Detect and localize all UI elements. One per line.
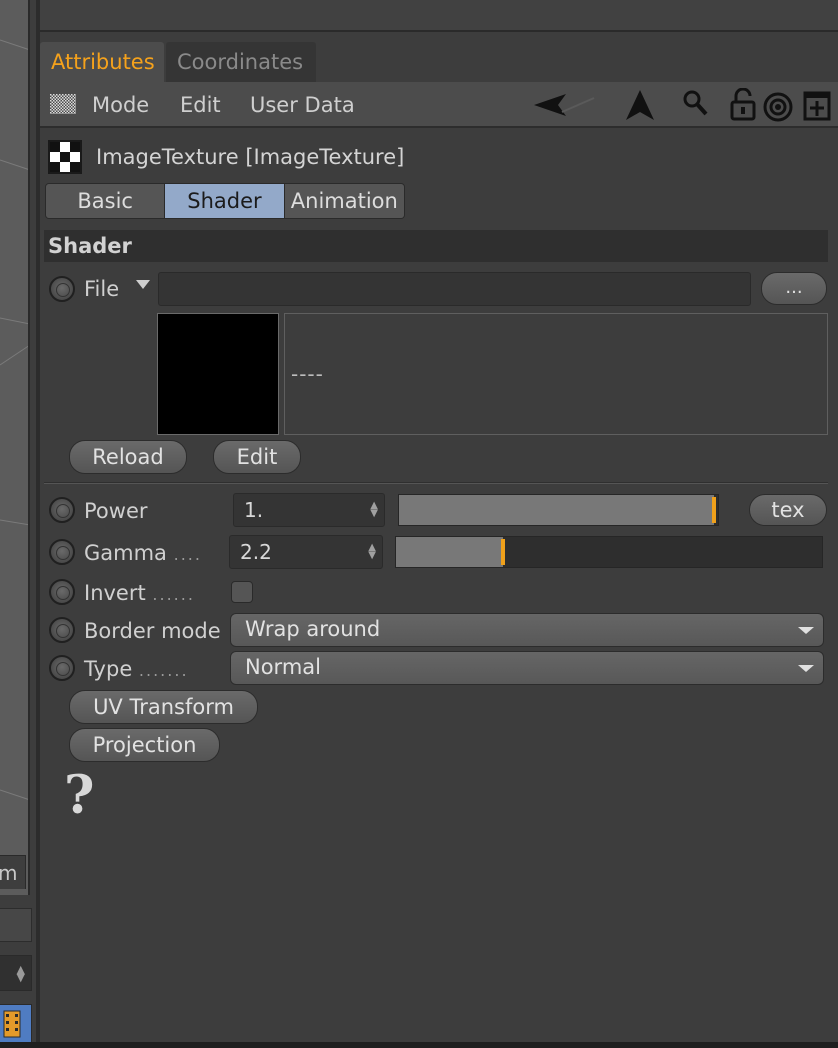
- power-value: 1.: [244, 498, 264, 522]
- viewport-grid-lines: [0, 39, 28, 800]
- border-mode-value: Wrap around: [245, 617, 381, 641]
- power-slider[interactable]: [398, 494, 719, 526]
- tex-button[interactable]: tex: [749, 494, 827, 526]
- chevron-down-icon: [798, 627, 814, 634]
- grid-handle-icon[interactable]: [50, 94, 76, 114]
- reload-button[interactable]: Reload: [69, 440, 187, 474]
- power-input[interactable]: 1. ▲ ▼: [233, 493, 385, 527]
- film-strip-icon: [3, 1010, 21, 1038]
- gamma-animate-radio[interactable]: [49, 539, 75, 565]
- file-dropdown-arrow-icon[interactable]: [136, 280, 150, 289]
- power-label: Power: [84, 499, 148, 523]
- viewport-panel[interactable]: m: [0, 0, 30, 895]
- border-mode-dropdown[interactable]: Wrap around: [230, 613, 824, 647]
- invert-checkbox[interactable]: [231, 581, 253, 603]
- spin-arrows-icon[interactable]: ▲ ▼: [368, 543, 376, 561]
- slider-fill: [396, 537, 503, 567]
- gamma-value: 2.2: [240, 540, 272, 564]
- type-label: Type .......: [84, 654, 189, 686]
- texture-info-box: ----: [284, 313, 828, 435]
- help-icon[interactable]: ?: [64, 766, 94, 826]
- viewport-tab[interactable]: m: [0, 855, 26, 889]
- chevron-down-icon: [798, 665, 814, 672]
- texture-preview: [157, 313, 279, 435]
- slider-marker[interactable]: [501, 539, 505, 565]
- invert-label: Invert ......: [84, 578, 195, 610]
- new-panel-icon[interactable]: [802, 88, 832, 122]
- file-animate-radio[interactable]: [49, 276, 75, 302]
- film-icon[interactable]: [0, 1004, 32, 1044]
- spin-arrows-icon[interactable]: ▲ ▼: [17, 964, 25, 983]
- menu-mode[interactable]: Mode: [92, 82, 149, 128]
- uv-transform-button[interactable]: UV Transform: [69, 690, 258, 724]
- type-value: Normal: [245, 655, 321, 679]
- power-animate-radio[interactable]: [49, 497, 75, 523]
- gamma-slider[interactable]: [395, 536, 823, 568]
- gamma-input[interactable]: 2.2 ▲ ▼: [229, 535, 383, 569]
- menu-bar: Mode Edit User Data: [40, 82, 838, 128]
- slider-fill: [399, 495, 714, 525]
- type-animate-radio[interactable]: [49, 655, 75, 681]
- target-icon[interactable]: [762, 88, 794, 122]
- object-title: ImageTexture [ImageTexture]: [96, 145, 405, 169]
- checker-icon: [48, 140, 82, 174]
- search-icon[interactable]: [680, 88, 710, 122]
- slider-marker[interactable]: [712, 497, 716, 523]
- file-browse-button[interactable]: ...: [761, 272, 827, 305]
- gamma-label: Gamma ....: [84, 538, 202, 570]
- texture-info-text: ----: [291, 362, 324, 386]
- invert-animate-radio[interactable]: [49, 579, 75, 605]
- file-path-field[interactable]: [158, 272, 751, 306]
- edit-button[interactable]: Edit: [213, 440, 301, 474]
- lock-icon[interactable]: [728, 88, 758, 122]
- spin-arrows-icon[interactable]: ▲ ▼: [370, 501, 378, 519]
- gamma-dots: ....: [173, 545, 202, 564]
- left-field[interactable]: [0, 908, 32, 942]
- subtab-animation[interactable]: Animation: [284, 184, 404, 218]
- left-number-field[interactable]: ▲ ▼: [0, 955, 32, 991]
- type-dots: .......: [138, 661, 189, 680]
- up-arrow-icon[interactable]: [624, 88, 656, 122]
- section-title: Shader: [44, 230, 828, 262]
- tab-coordinates[interactable]: Coordinates: [166, 42, 316, 82]
- file-label: File: [84, 277, 120, 301]
- object-header: ImageTexture [ImageTexture]: [40, 130, 838, 180]
- attribute-subtabs: Basic Shader Animation: [45, 183, 405, 219]
- menu-user-data[interactable]: User Data: [250, 82, 355, 128]
- type-label-text: Type: [84, 657, 133, 681]
- border-mode-animate-radio[interactable]: [49, 617, 75, 643]
- back-arrow-icon[interactable]: [532, 88, 602, 122]
- subtab-shader[interactable]: Shader: [165, 184, 285, 218]
- bottom-bar: [0, 1042, 838, 1048]
- border-mode-label: Border mode: [84, 619, 221, 643]
- gamma-label-text: Gamma: [84, 541, 167, 565]
- projection-button[interactable]: Projection: [69, 728, 220, 762]
- type-dropdown[interactable]: Normal: [230, 651, 824, 685]
- menu-edit[interactable]: Edit: [180, 82, 221, 128]
- subtab-basic[interactable]: Basic: [46, 184, 166, 218]
- top-panel: [40, 0, 838, 32]
- invert-dots: ......: [152, 585, 195, 604]
- tab-attributes[interactable]: Attributes: [40, 42, 164, 82]
- manager-tabbar: Attributes Coordinates: [40, 42, 838, 82]
- section-separator: [44, 482, 828, 484]
- invert-label-text: Invert: [84, 581, 146, 605]
